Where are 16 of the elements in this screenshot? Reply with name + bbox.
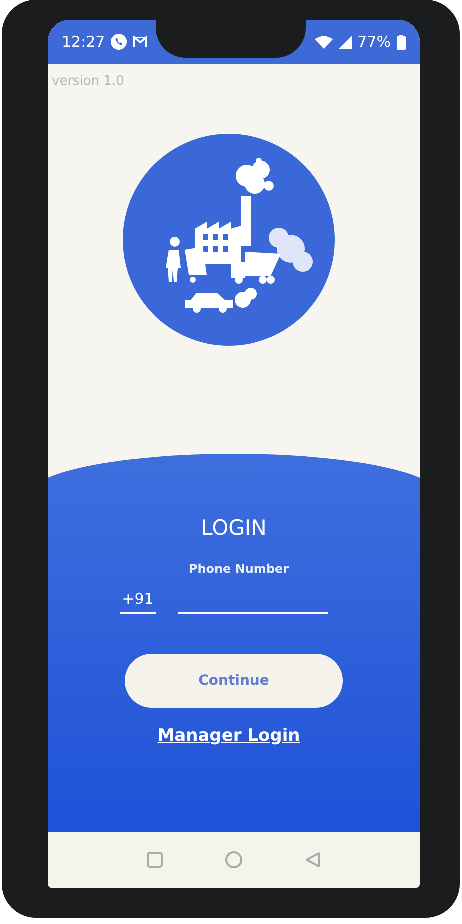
version-label: version 1.0 [52, 74, 124, 89]
manager-login-link[interactable]: Manager Login [158, 726, 300, 746]
battery-icon [397, 34, 406, 50]
phone-number-label: Phone Number [188, 562, 290, 576]
back-icon[interactable] [305, 852, 321, 868]
continue-button[interactable]: Continue [125, 654, 343, 708]
login-title: LOGIN [201, 516, 267, 540]
phone-call-icon [111, 34, 128, 50]
home-icon[interactable] [225, 851, 243, 869]
status-time: 12:27 [62, 33, 106, 51]
recents-icon[interactable] [147, 852, 163, 868]
country-code-field[interactable]: +91 [120, 590, 156, 614]
signal-icon [338, 36, 352, 48]
mail-icon [133, 36, 148, 48]
battery-percent: 77% [358, 33, 391, 51]
wifi-icon [314, 36, 333, 48]
